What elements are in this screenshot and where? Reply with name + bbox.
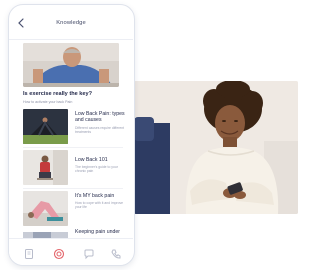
article-item[interactable]: Low Back 101 The beginner's guide to you… (23, 150, 129, 185)
phone-mockup: Knowledge Is exercise really the key? Ho… (8, 4, 135, 266)
exercise-icon[interactable] (53, 247, 65, 260)
page-title: Knowledge (56, 20, 86, 26)
lifestyle-photo (134, 81, 298, 214)
chat-icon[interactable] (83, 247, 95, 260)
article-title: It's MY back pain (75, 193, 115, 199)
article-thumbnail (23, 150, 68, 185)
article-item[interactable]: Low Back Pain: types and causes Differen… (23, 109, 129, 144)
hero-article-subtitle: How to activate your back Pain (23, 100, 73, 104)
bottom-tab-bar (9, 238, 133, 265)
article-item[interactable]: It's MY back pain How to cope with it an… (23, 191, 129, 226)
hero-article-title[interactable]: Is exercise really the key? (23, 91, 123, 97)
app-header: Knowledge (9, 5, 133, 40)
hero-article-image[interactable] (23, 43, 119, 87)
article-thumbnail (23, 109, 68, 144)
book-icon[interactable] (23, 247, 35, 259)
article-subtitle: The beginner's guide to your chronic pai… (75, 165, 118, 174)
article-title: Low Back 101 (75, 157, 108, 163)
article-title: Keeping pain under (75, 229, 120, 235)
article-title: Low Back Pain: types and causes (75, 111, 125, 124)
article-subtitle: How to cope with it and improve your lif… (75, 201, 124, 210)
phone-icon[interactable] (110, 247, 122, 259)
divider (23, 147, 123, 148)
divider (23, 188, 123, 189)
article-subtitle: Different causes require different treat… (75, 126, 125, 135)
article-thumbnail (23, 191, 68, 226)
